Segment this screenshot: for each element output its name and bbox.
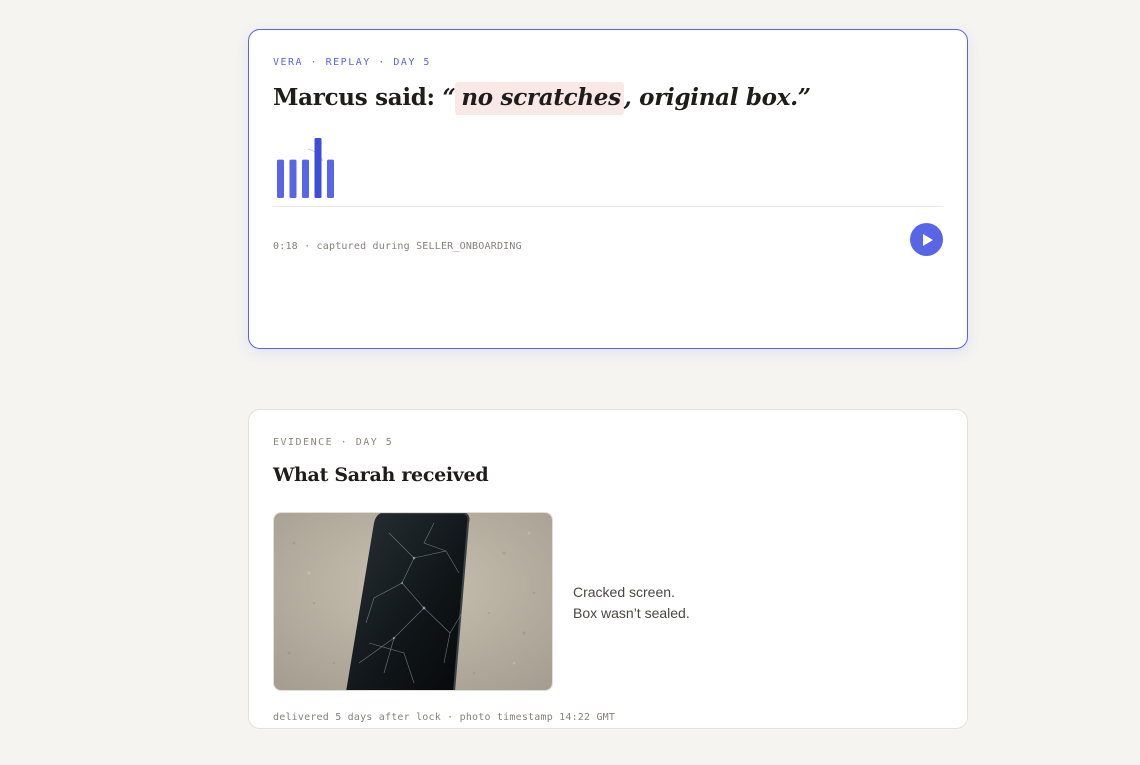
quote-open: “ xyxy=(442,84,456,111)
evidence-meta: delivered 5 days after lock · photo time… xyxy=(273,712,616,723)
evidence-photo[interactable] xyxy=(273,512,553,691)
play-button[interactable] xyxy=(910,223,943,256)
play-icon xyxy=(923,233,933,246)
headline-prefix: Marcus said: xyxy=(273,84,443,111)
replay-meta: 0:18 · captured during SELLER_ONBOARDING xyxy=(273,241,522,252)
caption-line-1: Cracked screen. xyxy=(573,584,675,600)
replay-headline: Marcus said: “no scratches, original box… xyxy=(273,82,811,115)
waveform-bar xyxy=(277,159,284,198)
audio-waveform xyxy=(277,138,334,198)
cracked-phone-image xyxy=(274,513,552,690)
evidence-eyebrow: EVIDENCE · DAY 5 xyxy=(273,437,394,448)
quote-highlight: no scratches xyxy=(455,82,624,115)
waveform-bar xyxy=(327,159,334,198)
waveform-bar xyxy=(302,159,309,198)
quote-rest: , original box.” xyxy=(623,84,811,111)
waveform-bar xyxy=(289,159,297,198)
caption-line-2: Box wasn’t sealed. xyxy=(573,605,690,621)
evidence-card: EVIDENCE · DAY 5 What Sarah received Cra… xyxy=(248,409,968,729)
evidence-caption: Cracked screen. Box wasn’t sealed. xyxy=(573,582,690,624)
divider xyxy=(273,206,943,207)
waveform-bar xyxy=(314,138,322,198)
evidence-title: What Sarah received xyxy=(273,464,489,486)
replay-eyebrow: VERA · REPLAY · DAY 5 xyxy=(273,57,431,68)
replay-card: VERA · REPLAY · DAY 5 Marcus said: “no s… xyxy=(248,29,968,349)
